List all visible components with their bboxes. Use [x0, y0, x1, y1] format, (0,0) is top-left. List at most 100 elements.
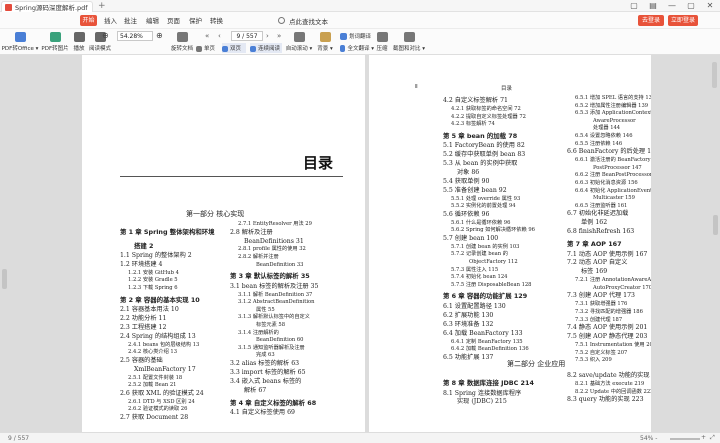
toc-subsection[interactable]: 6.5.2 增加属性注册编辑器 139 — [575, 103, 648, 109]
toc-chapter[interactable]: 第 3 章 默认标签的解析 35 — [230, 273, 310, 280]
toc-chapter[interactable]: 第 5 章 bean 的加载 78 — [443, 132, 517, 139]
toc-section[interactable]: 5.5 准备创建 bean 92 — [443, 187, 507, 194]
menu-page[interactable]: 页面 — [167, 15, 180, 25]
menu-edit[interactable]: 编辑 — [146, 15, 159, 25]
toc-section[interactable]: 6.4 加载 BeanFactory 133 — [443, 330, 523, 337]
document-viewer[interactable]: 目录 第一部分 核心实现 第 1 章 Spring 整体架构和环境 搭建 2 1.1… — [0, 55, 720, 432]
toc-subsection[interactable]: 属性 55 — [256, 307, 275, 313]
close-button[interactable]: ✕ — [702, 0, 718, 12]
toc-section[interactable]: 1.2 环境搭建 4 — [120, 261, 162, 268]
toc-subsection[interactable]: 6.4.2 加载 BeanDefinition 136 — [451, 346, 529, 352]
toc-section[interactable]: 7.1 动态 AOP 使用示例 167 — [567, 251, 647, 258]
zoom-input[interactable]: 54.28% — [117, 31, 153, 41]
toc-section[interactable]: 7.2 动态 AOP 自定义 — [567, 260, 627, 266]
toc-subsection[interactable]: 3.1.2 AbstractBeanDefinition — [238, 299, 314, 305]
toc-section[interactable]: 3.4 嵌入式 beans 标签的 — [230, 378, 301, 385]
toc-section[interactable]: 3.3 import 标签的解析 65 — [230, 369, 306, 376]
toc-subsection[interactable]: 5.5.1 处理 override 属性 93 — [451, 196, 520, 202]
toc-section[interactable]: 解析 67 — [244, 387, 266, 394]
toc-section[interactable]: 6.8 finishRefresh 163 — [567, 228, 634, 235]
toc-subsection[interactable]: 6.6.1 激活注册的 BeanFactory — [575, 157, 651, 163]
toc-subsection[interactable]: 5.7.2 记录创建 bean 的 — [451, 252, 508, 257]
continuous-button[interactable]: 连续阅读 — [250, 43, 282, 53]
toc-section[interactable]: 2.7 获取 Document 28 — [120, 414, 188, 421]
toc-section[interactable]: 6.3 环境准备 132 — [443, 321, 493, 328]
zoom-slider[interactable] — [670, 438, 700, 440]
toc-subsection[interactable]: BeanDefinition 60 — [256, 337, 303, 343]
toc-subsection[interactable]: 7.5.3 织入 209 — [575, 357, 612, 363]
toc-section[interactable]: 2.5 容器的基础 — [120, 357, 163, 364]
toc-section[interactable]: 2.3 工程搭建 12 — [120, 324, 166, 331]
play-button[interactable]: 播放 — [72, 30, 86, 54]
toc-subsection[interactable]: 2.7.1 EntityResolver 用法 29 — [238, 221, 312, 227]
toc-section[interactable]: 2.1 容器基本用法 10 — [120, 306, 179, 313]
toc-subsection[interactable]: 1.2.3 下载 Spring 6 — [128, 285, 178, 291]
zoom-in-button[interactable]: ⊕ — [156, 31, 163, 41]
toc-subsection[interactable]: 3.1.1 解析 BeanDefinition 37 — [238, 292, 312, 298]
toc-subsection[interactable]: 2.8.1 profile 属性的使用 32 — [238, 247, 306, 252]
minimize-button[interactable]: — — [664, 0, 680, 12]
toc-section[interactable]: 8.1 Spring 连接数据库程序 — [443, 390, 521, 397]
toc-section[interactable]: 5.1 FactoryBean 的使用 82 — [443, 142, 525, 149]
toc-subsection[interactable]: 2.5.1 配置文件封装 18 — [128, 375, 182, 381]
page-number-input[interactable]: 9 / 557 — [231, 31, 263, 41]
toc-subsection[interactable]: 5.7.1 创建 bean 的实例 103 — [451, 244, 519, 250]
toc-subsection[interactable]: 6.6.4 初始化 ApplicationEvent — [575, 188, 651, 194]
toc-section[interactable]: 5.3 从 bean 的实例中获取 — [443, 160, 517, 167]
next-page-button[interactable]: › — [266, 31, 269, 41]
toc-subsection[interactable]: 3.1.4 注册解析的 — [238, 330, 279, 336]
toc-subsection[interactable]: 3.1.5 通知监听器解析及注册 — [238, 345, 305, 351]
toc-subsection[interactable]: 1.2.1 安装 GitHub 4 — [128, 270, 179, 276]
compress-button[interactable]: 压缩 — [375, 30, 389, 54]
toc-section[interactable]: 实现 (JDBC) 215 — [457, 399, 507, 405]
toc-subsection[interactable]: 4.2.3 标签解析 74 — [451, 121, 495, 127]
toc-section[interactable]: 2.8 解析及注册 — [230, 229, 273, 236]
toc-subsection[interactable]: 6.5.4 设置忽略依赖 146 — [575, 133, 633, 139]
toc-subsection[interactable]: 2.4.1 beans 包的层级结构 13 — [128, 342, 199, 348]
translate-full-button[interactable]: 全文翻译 ▾ — [340, 42, 374, 53]
toc-subsection[interactable]: 6.4.1 定制 BeanFactory 135 — [451, 339, 523, 345]
toc-section[interactable]: 3.2 alias 标签的解析 63 — [230, 360, 299, 367]
toc-subsection[interactable]: 7.5.1 Instrumentation 使用 203 — [575, 342, 651, 348]
toc-subsection[interactable]: 7.3.1 获取增强器 176 — [575, 302, 627, 307]
login-now-button[interactable]: 立即登录 — [668, 15, 698, 26]
go-login-button[interactable]: 去登录 — [638, 15, 664, 26]
toc-section[interactable]: 8.3 query 功能的实现 223 — [567, 396, 644, 403]
status-zoom[interactable]: 54% - — [640, 435, 657, 442]
single-page-button[interactable]: 单页 — [196, 43, 220, 53]
toc-section[interactable]: 5.6 循环依赖 96 — [443, 211, 489, 218]
toc-section[interactable]: 2.4 Spring 的结构组成 13 — [120, 333, 196, 340]
toc-chapter[interactable]: 搭建 2 — [134, 242, 153, 249]
screenshot-compare-button[interactable]: 截图和对比 ▾ — [392, 30, 426, 54]
menu-protect[interactable]: 保护 — [189, 15, 202, 25]
toc-subsection[interactable]: 5.7.4 初始化 bean 124 — [451, 274, 507, 280]
toc-section[interactable]: 6.6 BeanFactory 的后处理 146 — [567, 148, 651, 155]
toc-subsection[interactable]: 6.6.5 注册监听器 161 — [575, 203, 627, 209]
toc-subsection[interactable]: 7.3.2 寻找匹配的增强器 186 — [575, 309, 643, 315]
translate-word-button[interactable]: 划词翻译 — [340, 30, 374, 41]
toc-subsection[interactable]: 2.5.2 加载 Bean 21 — [128, 383, 176, 388]
toc-chapter[interactable]: 第 6 章 容器的功能扩展 129 — [443, 293, 527, 300]
toc-section[interactable]: 单例 162 — [581, 219, 607, 226]
toc-subsection[interactable]: 7.3.3 创建代理 187 — [575, 317, 622, 323]
toc-subsection[interactable]: 5.6.1 什么是循环依赖 96 — [451, 220, 510, 226]
auto-scroll-button[interactable]: 自动滚动 ▾ — [284, 30, 314, 54]
window-menu-icon[interactable]: ▤ — [645, 0, 661, 12]
toc-subsection[interactable]: 5.7.5 注册 DisposableBean 128 — [451, 282, 531, 288]
toc-section[interactable]: 2.2 功能分析 11 — [120, 315, 166, 322]
right-panel-toggle[interactable] — [713, 215, 718, 235]
toc-subsection[interactable]: PostProcessor 147 — [593, 165, 642, 171]
toc-section[interactable]: 7.3 创建 AOP 代理 173 — [567, 293, 635, 299]
toc-subsection[interactable]: 处理器 144 — [593, 126, 620, 131]
toc-section[interactable]: 1.1 Spring 的整体架构 2 — [120, 252, 192, 259]
pdf-to-image-button[interactable]: PDF转图片 — [40, 30, 70, 54]
status-page-number[interactable]: 9 / 557 — [8, 435, 29, 442]
toc-chapter[interactable]: 第 8 章 数据库连接 JDBC 214 — [443, 380, 534, 387]
toc-section[interactable]: 4.1 自定义标签使用 69 — [230, 409, 295, 416]
toc-subsection[interactable]: AutoProxyCreator 170 — [593, 285, 651, 291]
toc-subsection[interactable]: 7.5.2 自定义标签 207 — [575, 350, 627, 356]
toc-subsection[interactable]: 7.2.1 注册 AnnotationAwareAspectJ — [575, 277, 651, 283]
status-zoom-in[interactable]: + — [701, 434, 706, 441]
toc-subsection[interactable]: 6.6.2 注册 BeanPostProcessor 153 — [575, 173, 651, 178]
toc-subsection[interactable]: 4.2.2 提取自定义标签处理器 72 — [451, 114, 526, 120]
